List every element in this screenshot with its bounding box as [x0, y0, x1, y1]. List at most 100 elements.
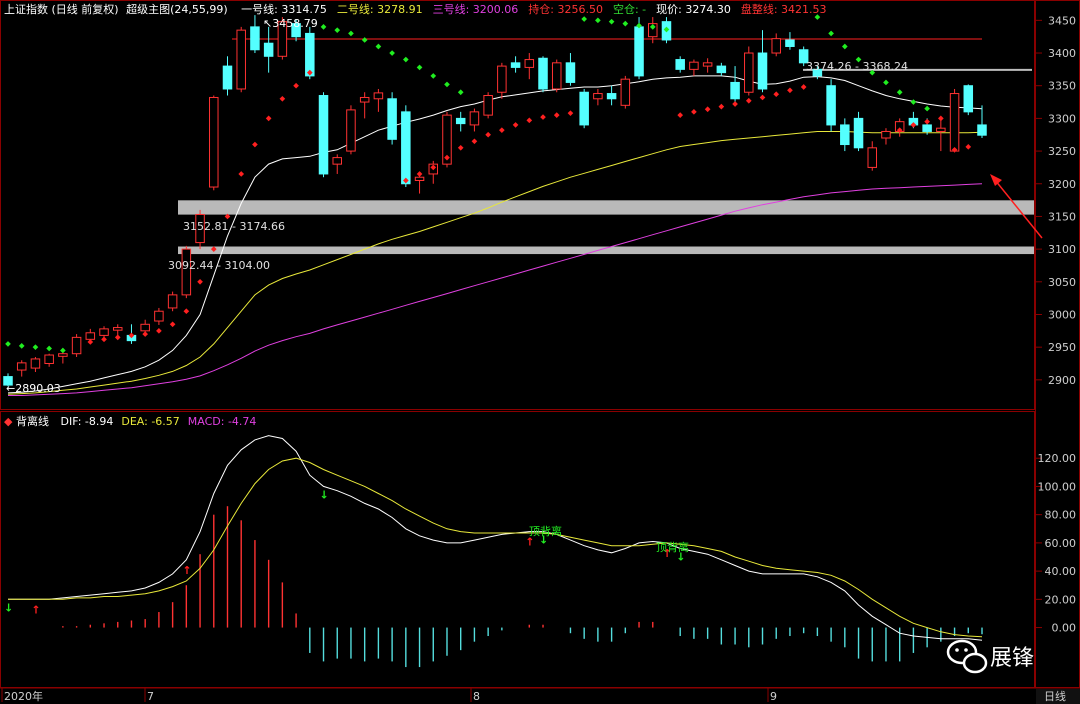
candle	[826, 79, 836, 132]
empty-dot	[581, 16, 587, 22]
hold-dot	[101, 336, 107, 343]
annotation-arrow-head	[990, 174, 1002, 186]
low-label: ←2890.03	[6, 382, 61, 395]
moving-average-lines	[7, 75, 983, 396]
sell-arrow-icon: ↓	[4, 601, 13, 614]
hold-dot	[526, 117, 533, 124]
hold-dot	[471, 138, 478, 145]
candle	[401, 105, 411, 188]
empty-dot	[883, 79, 889, 86]
empty-dot	[896, 89, 903, 96]
zone2-label: 3092.44 - 3104.00	[168, 259, 270, 272]
candle	[936, 118, 946, 152]
candle	[30, 356, 41, 373]
hold-dot	[156, 328, 162, 334]
candle	[469, 108, 480, 132]
period: (日线 前复权)	[52, 2, 119, 16]
empty-dot	[375, 43, 382, 50]
header-item: 现价: 3274.30	[656, 3, 731, 16]
price-tick-label: 3400	[1048, 47, 1076, 60]
hold-dot	[924, 118, 930, 125]
macd-tick-label: 120.00	[1038, 452, 1077, 465]
ma-line-2	[7, 131, 983, 395]
candle	[346, 105, 356, 155]
candle	[318, 92, 329, 178]
hold-dot	[800, 84, 807, 90]
candle	[250, 15, 260, 54]
macd-tick-label: 60.00	[1045, 537, 1077, 550]
support-zone	[178, 200, 1034, 215]
hold-dot	[704, 106, 711, 113]
empty-dot	[841, 43, 848, 50]
sell-arrow-icon: ↓	[320, 488, 329, 501]
watermark-text: 展锋	[990, 646, 1034, 671]
macd-tick-label: 0.00	[1052, 622, 1077, 635]
candle	[154, 307, 164, 325]
x-label-jul: 7	[147, 690, 154, 703]
empty-dot	[18, 343, 25, 349]
header-item: 一号线: 3314.75	[241, 2, 327, 16]
candle	[551, 59, 562, 93]
candle	[963, 84, 974, 116]
price-tick-label: 3200	[1048, 178, 1076, 191]
header-item: 三号线: 3200.06	[433, 2, 519, 16]
candle	[16, 360, 27, 377]
top-divergence-label-2: 顶背离	[656, 540, 689, 554]
candle	[236, 26, 246, 93]
empty-dot	[403, 56, 409, 63]
low-value: 2890.03	[15, 382, 61, 395]
empty-dot	[910, 99, 917, 105]
ma-line-1	[7, 75, 983, 394]
candle	[675, 56, 685, 73]
macd-tick-label: 20.00	[1045, 593, 1077, 606]
x-label-sep: 9	[770, 690, 777, 703]
empty-dot	[622, 20, 629, 27]
macd-axis: 0.00 20.00 40.00 60.00 80.00 100.00 120.00	[1035, 452, 1077, 635]
candle	[414, 173, 425, 194]
candle	[716, 62, 727, 76]
empty-dot	[828, 30, 834, 37]
hold-dot	[265, 115, 272, 122]
candle	[387, 92, 397, 145]
hold-dot	[279, 95, 286, 102]
price-tick-label: 2950	[1048, 341, 1076, 354]
period-button[interactable]: 日线	[1036, 689, 1080, 704]
stock-chart: 2900 2950 3000 3050 3100 3150 3200 3250 3300 3350…	[0, 0, 1080, 704]
sub-header-info: 背离线 DIF: -8.94 DEA: -6.57 MACD: -4.74	[16, 414, 256, 428]
candle	[853, 111, 864, 152]
candle	[881, 128, 891, 145]
sub-panel-frame	[0, 411, 1035, 688]
buy-arrow-icon: ↑	[31, 603, 40, 616]
candle	[373, 88, 384, 112]
header-info: 上证指数 (日线 前复权) 超级主图(24,55,99) 一号线: 3314.7…	[4, 2, 827, 16]
x-label-aug: 8	[473, 690, 480, 703]
candle	[167, 291, 178, 312]
hold-dot	[252, 141, 258, 148]
candle	[867, 141, 878, 171]
empty-dot	[348, 30, 354, 37]
candle	[497, 62, 507, 99]
period-button-label[interactable]: 日线	[1044, 689, 1066, 703]
hold-dot	[169, 321, 176, 328]
sub-header-item: DIF: -8.94	[61, 415, 114, 428]
empty-dot	[457, 89, 464, 96]
hold-dot	[567, 110, 574, 116]
dif-line	[8, 435, 983, 641]
empty-dot	[32, 344, 39, 350]
hold-dot	[745, 97, 752, 104]
header-item: 持仓: 3256.50	[528, 2, 603, 16]
watermark: 展锋	[946, 639, 1034, 674]
candle	[579, 88, 589, 129]
wechat-icon	[946, 639, 988, 674]
candle	[840, 118, 850, 152]
hold-dot	[787, 87, 793, 94]
candle	[771, 33, 781, 57]
candle	[977, 105, 987, 138]
empty-dot	[334, 27, 341, 33]
candle	[565, 53, 576, 86]
macd-tick-label: 80.00	[1045, 509, 1077, 522]
candle	[730, 66, 740, 103]
empty-dot	[60, 347, 66, 354]
candle	[785, 32, 795, 50]
candle	[263, 26, 274, 73]
